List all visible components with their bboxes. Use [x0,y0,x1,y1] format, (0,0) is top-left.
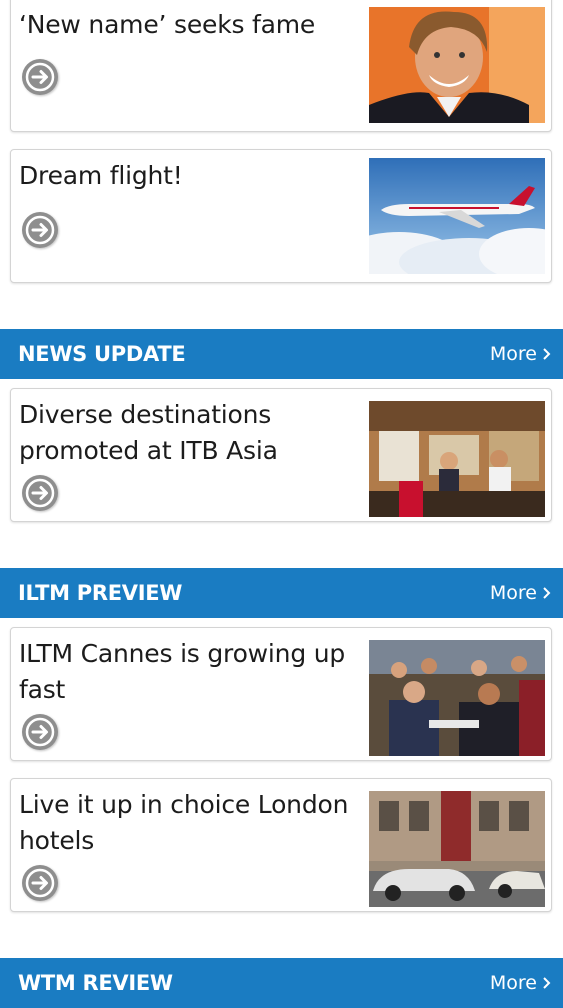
article-thumbnail-airplane[interactable] [369,158,545,274]
read-more-arrow-icon[interactable] [22,475,58,511]
read-more-arrow-icon[interactable] [22,212,58,248]
article-title[interactable]: Diverse destinations promoted at ITB Asi… [19,397,359,469]
read-more-arrow-icon[interactable] [22,865,58,901]
chevron-right-icon[interactable] [542,586,551,600]
section-header-news-update: NEWS UPDATE More [0,329,563,379]
article-thumbnail-hotel-car[interactable] [369,791,545,907]
more-link[interactable]: More [490,329,537,379]
article-title[interactable]: ILTM Cannes is growing up fast [19,636,359,708]
section-title: ILTM PREVIEW [18,581,183,605]
article-card[interactable]: ILTM Cannes is growing up fast [10,627,552,761]
chevron-right-icon[interactable] [542,347,551,361]
section-title: WTM REVIEW [18,971,173,995]
chevron-right-icon[interactable] [542,976,551,990]
section-title: NEWS UPDATE [18,342,186,366]
article-card[interactable]: Live it up in choice London hotels [10,778,552,912]
article-card[interactable]: ‘New name’ seeks fame [10,0,552,132]
article-thumbnail-portrait[interactable] [369,7,545,123]
article-title[interactable]: Live it up in choice London hotels [19,787,359,859]
article-card[interactable]: Dream flight! [10,149,552,283]
section-header-wtm-review: WTM REVIEW More [0,958,563,1008]
article-title[interactable]: Dream flight! [19,158,359,194]
article-thumbnail-meeting-hall[interactable] [369,640,545,756]
article-thumbnail-trade-show[interactable] [369,401,545,517]
article-card[interactable]: Diverse destinations promoted at ITB Asi… [10,388,552,522]
more-link[interactable]: More [490,958,537,1008]
read-more-arrow-icon[interactable] [22,714,58,750]
more-link[interactable]: More [490,568,537,618]
article-title[interactable]: ‘New name’ seeks fame [19,7,359,43]
read-more-arrow-icon[interactable] [22,59,58,95]
section-header-iltm-preview: ILTM PREVIEW More [0,568,563,618]
